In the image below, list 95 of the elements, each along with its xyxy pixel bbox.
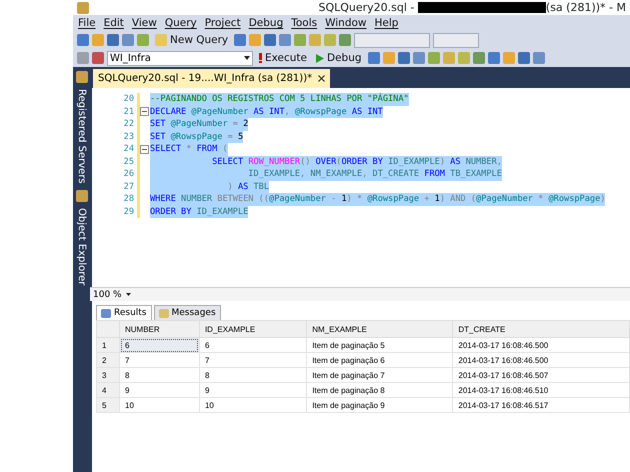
toolbar-icon[interactable] — [458, 52, 470, 64]
row-number: 4 — [96, 382, 120, 398]
row-number: 5 — [96, 398, 120, 412]
column-header: NUMBER — [120, 320, 200, 338]
toolbar-icon[interactable] — [488, 52, 500, 64]
menu-item[interactable]: Project — [202, 17, 244, 29]
menu-item[interactable]: Tools — [288, 17, 320, 29]
table-cell: 9 — [120, 382, 200, 398]
execute-button[interactable]: Execute — [256, 52, 310, 64]
table-cell: 2014-03-17 16:08:46.500 — [452, 338, 630, 352]
toolbar-icon[interactable] — [324, 34, 336, 46]
exclamation-icon — [259, 53, 262, 63]
menu-item[interactable]: View — [128, 17, 160, 29]
line-number: 29 — [122, 206, 135, 217]
line-number: 20 — [122, 94, 135, 104]
line-number: 27 — [122, 182, 135, 192]
close-icon[interactable] — [318, 75, 326, 82]
toolbar-icon[interactable] — [472, 52, 485, 64]
table-cell: Item de paginação 9 — [306, 398, 453, 412]
line-number: 24 — [122, 144, 135, 154]
side-panel-tab[interactable]: Registered Servers — [76, 89, 87, 184]
results-tab[interactable]: Results — [96, 305, 152, 320]
line-number: 21 — [122, 106, 135, 117]
table-cell: 2014-03-17 16:08:46.517 — [452, 398, 630, 412]
toolbar-icon[interactable] — [398, 52, 410, 64]
collapse-icon[interactable] — [140, 144, 149, 154]
table-cell: 6 — [120, 338, 200, 352]
table-cell: 2014-03-17 16:08:46.500 — [452, 352, 630, 368]
panel-icon — [76, 71, 88, 83]
table-cell: Item de paginação 7 — [306, 368, 453, 382]
table-cell: 10 — [199, 398, 307, 412]
debug-button[interactable]: Debug — [313, 52, 365, 64]
row-number: 2 — [96, 352, 120, 368]
toolbar-icon[interactable] — [532, 52, 545, 64]
caret-icon[interactable] — [126, 293, 131, 296]
menu-item[interactable]: Edit — [100, 17, 127, 29]
table-cell: Item de paginação 6 — [306, 352, 453, 368]
collapse-icon[interactable] — [140, 107, 149, 116]
line-number: 23 — [122, 132, 135, 142]
line-number: 22 — [122, 119, 135, 130]
line-number: 26 — [122, 169, 135, 180]
side-panel-tab[interactable]: Object Explorer — [76, 208, 87, 286]
app-icon — [77, 2, 89, 14]
table-cell: 2014-03-17 16:08:46.507 — [452, 368, 630, 382]
toolbar-icon[interactable] — [502, 52, 515, 64]
toolbar-icon[interactable] — [382, 52, 395, 64]
caret-icon — [244, 56, 250, 60]
toolbar-icon[interactable] — [107, 34, 119, 46]
toolbar-icon[interactable] — [264, 34, 276, 46]
row-number: 1 — [96, 338, 120, 352]
document-tab[interactable]: SQLQuery20.sql - 19....WI_Infra (sa (281))* — [93, 69, 330, 88]
table-cell: 7 — [120, 352, 200, 368]
table-cell: 10 — [120, 398, 200, 412]
play-icon — [316, 54, 324, 62]
table-cell: 8 — [120, 368, 200, 382]
toolbar-icon[interactable] — [368, 52, 380, 64]
toolbar-icon[interactable] — [234, 34, 246, 46]
toolbar-icon[interactable] — [294, 34, 306, 46]
table-cell: Item de paginação 8 — [306, 382, 453, 398]
window-title: SQLQuery20.sql - — [318, 1, 416, 14]
menu-item[interactable]: Help — [372, 17, 402, 29]
toolbar-icon[interactable] — [279, 34, 292, 46]
table-cell: Item de paginação 5 — [306, 338, 453, 352]
row-number: 3 — [96, 368, 120, 382]
menu-item[interactable]: Window — [322, 17, 370, 29]
column-header: NM_EXAMPLE — [306, 320, 453, 338]
toolbar-icon[interactable] — [77, 34, 89, 46]
menu-item[interactable]: Debug — [246, 17, 286, 29]
panel-icon — [76, 190, 88, 202]
toolbar-icon[interactable] — [428, 52, 440, 64]
dropdown-field[interactable] — [354, 32, 430, 48]
table-cell: 9 — [199, 382, 307, 398]
zoom-dropdown[interactable]: 100 % — [93, 290, 122, 300]
table-cell: 6 — [199, 338, 307, 352]
corner-cell — [96, 320, 120, 338]
toolbar-icon[interactable] — [249, 34, 262, 46]
table-cell: 2014-03-17 16:08:46.510 — [452, 382, 630, 398]
results-tab[interactable]: Messages — [154, 305, 221, 320]
column-header: DT_CREATE — [452, 320, 630, 338]
table-cell: 8 — [199, 368, 307, 382]
window-title: (sa (281))* - M — [546, 1, 626, 14]
toolbar-icon[interactable] — [122, 34, 134, 46]
toolbar-icon[interactable] — [518, 52, 530, 64]
toolbar-icon[interactable] — [339, 34, 352, 46]
dropdown-field[interactable] — [433, 32, 480, 48]
line-number: 25 — [122, 156, 135, 167]
line-number: 28 — [122, 194, 135, 204]
toolbar-icon[interactable] — [92, 52, 104, 64]
menu-item[interactable]: File — [75, 17, 99, 29]
toolbar-icon[interactable] — [412, 52, 425, 64]
menu-item[interactable]: Query — [162, 17, 200, 29]
table-cell: 7 — [199, 352, 307, 368]
new-query-button[interactable]: New Query — [152, 34, 232, 46]
database-dropdown[interactable]: WI_Infra — [107, 50, 253, 66]
column-header: ID_EXAMPLE — [199, 320, 307, 338]
